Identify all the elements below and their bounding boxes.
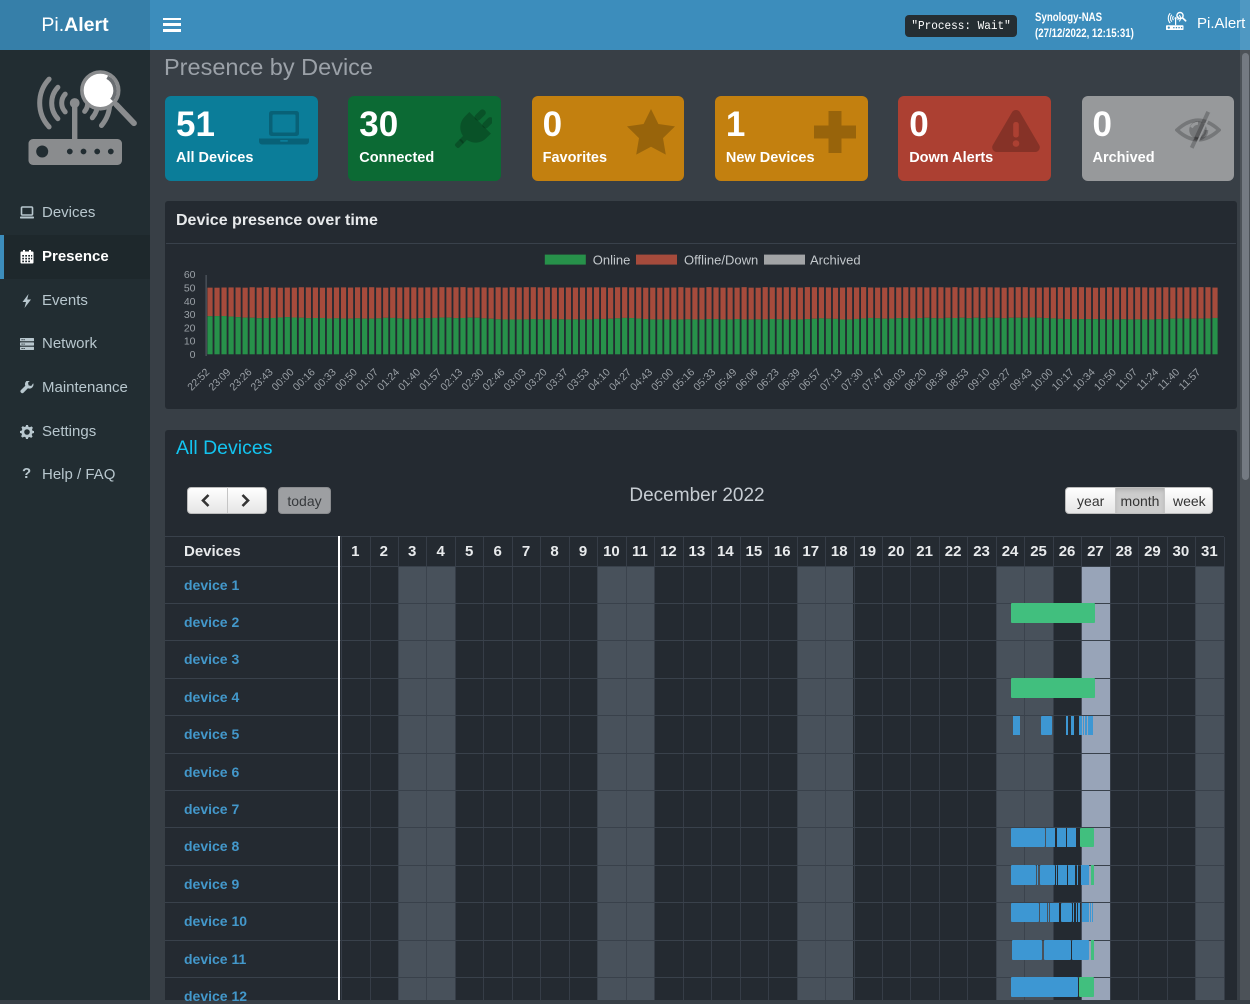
svg-text:05:33: 05:33 — [691, 366, 718, 393]
svg-text:05:49: 05:49 — [712, 366, 739, 393]
svg-text:08:20: 08:20 — [902, 366, 929, 393]
svg-text:01:40: 01:40 — [396, 366, 423, 393]
svg-text:20: 20 — [184, 322, 196, 334]
svg-text:07:47: 07:47 — [860, 366, 887, 393]
svg-text:22:52: 22:52 — [185, 366, 212, 393]
svg-text:06:06: 06:06 — [733, 366, 760, 393]
svg-text:10:34: 10:34 — [1071, 366, 1098, 393]
svg-text:02:46: 02:46 — [480, 366, 507, 393]
svg-text:03:37: 03:37 — [544, 366, 571, 393]
svg-text:10: 10 — [184, 336, 196, 348]
svg-text:Offline/Down: Offline/Down — [684, 252, 758, 267]
svg-text:10:17: 10:17 — [1050, 366, 1077, 393]
svg-text:03:20: 03:20 — [523, 366, 550, 393]
svg-text:02:30: 02:30 — [459, 366, 486, 393]
svg-text:11:40: 11:40 — [1156, 366, 1183, 393]
svg-text:04:10: 04:10 — [586, 366, 613, 393]
svg-text:07:13: 07:13 — [818, 366, 845, 393]
svg-text:00:33: 00:33 — [312, 366, 339, 393]
svg-text:11:07: 11:07 — [1113, 366, 1140, 393]
svg-text:06:39: 06:39 — [776, 366, 803, 393]
svg-text:30: 30 — [184, 309, 196, 321]
svg-text:03:53: 03:53 — [565, 366, 592, 393]
svg-text:40: 40 — [184, 296, 196, 308]
svg-text:09:10: 09:10 — [965, 366, 992, 393]
svg-text:08:03: 08:03 — [881, 366, 908, 393]
svg-text:23:43: 23:43 — [249, 366, 276, 393]
svg-text:01:07: 01:07 — [354, 366, 381, 393]
svg-text:23:09: 23:09 — [206, 366, 233, 393]
svg-text:Archived: Archived — [810, 252, 861, 267]
svg-text:02:13: 02:13 — [438, 366, 465, 393]
svg-text:04:27: 04:27 — [607, 366, 634, 393]
svg-text:00:50: 00:50 — [333, 366, 360, 393]
svg-text:00:00: 00:00 — [270, 366, 297, 393]
svg-text:09:27: 09:27 — [986, 366, 1013, 393]
svg-text:10:00: 10:00 — [1029, 366, 1056, 393]
svg-text:04:43: 04:43 — [628, 366, 655, 393]
svg-text:01:57: 01:57 — [417, 366, 444, 393]
svg-text:11:57: 11:57 — [1177, 366, 1204, 393]
svg-text:03:03: 03:03 — [502, 366, 529, 393]
svg-text:01:24: 01:24 — [375, 366, 402, 393]
svg-text:Online: Online — [593, 252, 631, 267]
svg-text:50: 50 — [184, 283, 196, 295]
svg-text:06:23: 06:23 — [755, 366, 782, 393]
svg-text:0: 0 — [190, 349, 196, 361]
svg-text:00:16: 00:16 — [291, 366, 318, 393]
svg-text:07:30: 07:30 — [839, 366, 866, 393]
svg-text:08:36: 08:36 — [923, 366, 950, 393]
svg-text:08:53: 08:53 — [944, 366, 971, 393]
svg-text:10:50: 10:50 — [1092, 366, 1119, 393]
svg-text:60: 60 — [184, 269, 196, 281]
svg-text:06:57: 06:57 — [797, 366, 824, 393]
svg-text:11:24: 11:24 — [1135, 366, 1162, 393]
svg-text:09:43: 09:43 — [1008, 366, 1035, 393]
svg-text:23:26: 23:26 — [227, 366, 254, 393]
svg-text:05:16: 05:16 — [670, 366, 697, 393]
svg-text:05:00: 05:00 — [649, 366, 676, 393]
